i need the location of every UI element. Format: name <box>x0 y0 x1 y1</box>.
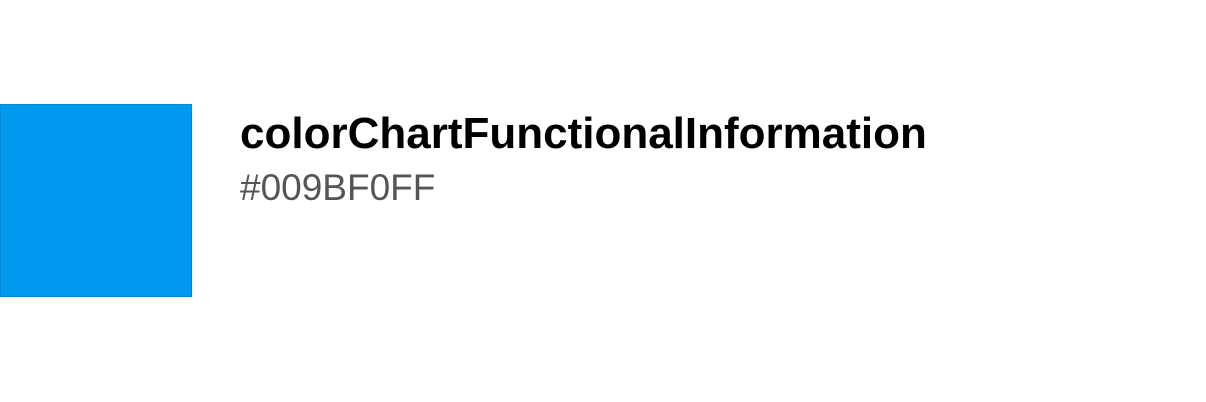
color-swatch <box>0 104 192 297</box>
token-name: colorChartFunctionalInformation <box>240 109 927 158</box>
token-info: colorChartFunctionalInformation #009BF0F… <box>240 108 927 210</box>
token-hex-value: #009BF0FF <box>240 167 436 208</box>
